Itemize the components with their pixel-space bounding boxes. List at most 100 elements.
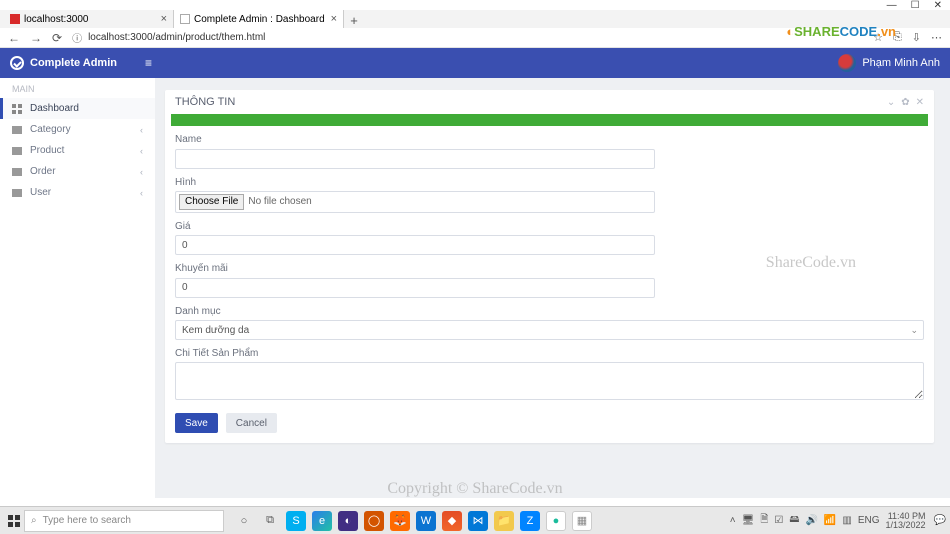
card-collapse-icon[interactable]: ⌄ — [887, 97, 895, 108]
sidebar-item-label: Product — [30, 145, 64, 156]
taskbar-search[interactable]: ⌕ Type here to search — [24, 510, 224, 532]
chevron-left-icon: ‹ — [140, 125, 143, 135]
promo-input[interactable] — [175, 278, 655, 298]
layers-icon — [12, 126, 22, 134]
detail-label: Chi Tiết Sản Phẩm — [175, 348, 924, 359]
brand-logo-icon — [10, 56, 24, 70]
brand-text: Complete Admin — [30, 57, 117, 69]
tray-battery-icon[interactable]: ▥ — [842, 515, 851, 526]
form-card: THÔNG TIN ⌄ ✿ ✕ Name Hình Choose File — [165, 90, 934, 443]
site-info-icon[interactable]: ⓘ — [72, 30, 82, 45]
name-label: Name — [175, 134, 924, 145]
layers-icon — [12, 189, 22, 197]
alert-bar — [171, 114, 928, 126]
tray-icon[interactable]: ☑ — [774, 515, 783, 526]
edge-icon[interactable]: e — [312, 511, 332, 531]
sidebar-item-label: User — [30, 187, 51, 198]
browser-tab[interactable]: localhost:3000 × — [4, 10, 174, 28]
name-input[interactable] — [175, 149, 655, 169]
price-label: Giá — [175, 221, 924, 232]
tray-volume-icon[interactable]: 🔊 — [805, 515, 817, 526]
app-icon[interactable]: ▦ — [572, 511, 592, 531]
nav-reload-button[interactable]: ⟳ — [52, 31, 62, 45]
sidebar-item-product[interactable]: Product ‹ — [0, 140, 155, 161]
tab-close-icon[interactable]: × — [331, 13, 337, 25]
tray-lang[interactable]: ENG — [858, 515, 880, 526]
sidebar-item-dashboard[interactable]: Dashboard — [0, 98, 155, 119]
detail-textarea[interactable] — [175, 362, 924, 400]
tab-title: Complete Admin : Dashboard — [194, 14, 325, 25]
app-header: Complete Admin ≡ Phạm Minh Anh — [0, 48, 950, 78]
window-close[interactable]: ✕ — [934, 0, 942, 11]
search-icon: ⌕ — [31, 515, 37, 526]
price-input[interactable] — [175, 235, 655, 255]
avatar[interactable] — [838, 54, 856, 72]
app-icon[interactable]: ◆ — [442, 511, 462, 531]
card-title: THÔNG TIN — [175, 96, 235, 108]
explorer-icon[interactable]: 📁 — [494, 511, 514, 531]
sidebar-toggle-icon[interactable]: ≡ — [145, 56, 152, 70]
tray-up-icon[interactable]: ˄ — [730, 515, 736, 526]
tray-icon[interactable]: 🖥 — [742, 515, 755, 526]
layers-icon — [12, 147, 22, 155]
sidebar-item-order[interactable]: Order ‹ — [0, 161, 155, 182]
chevron-left-icon: ‹ — [140, 146, 143, 156]
vscode-icon[interactable]: ⋈ — [468, 511, 488, 531]
save-button[interactable]: Save — [175, 413, 218, 433]
chevron-left-icon: ‹ — [140, 167, 143, 177]
nav-back-button[interactable]: ← — [8, 31, 20, 45]
windows-taskbar: ⌕ Type here to search ○ ⧉ S e ◐ ◯ 🦊 W ◆ … — [0, 506, 950, 534]
new-tab-button[interactable]: + — [344, 13, 364, 28]
sidebar-heading: MAIN — [0, 78, 155, 98]
taskbar-clock[interactable]: 11:40 PM 1/13/2022 — [886, 512, 928, 530]
file-status: No file chosen — [248, 196, 311, 207]
word-icon[interactable]: W — [416, 511, 436, 531]
tab-close-icon[interactable]: × — [161, 13, 167, 25]
window-minimize[interactable]: — — [887, 0, 897, 11]
category-select[interactable]: Kem dưỡng da — [175, 320, 924, 340]
file-input[interactable]: Choose File No file chosen — [175, 191, 655, 213]
notifications-icon[interactable]: 💬 — [934, 515, 946, 526]
user-name[interactable]: Phạm Minh Anh — [862, 57, 940, 69]
brand[interactable]: Complete Admin — [10, 56, 117, 70]
layers-icon — [12, 168, 22, 176]
image-label: Hình — [175, 177, 924, 188]
chevron-left-icon: ‹ — [140, 188, 143, 198]
sidebar-item-category[interactable]: Category ‹ — [0, 119, 155, 140]
cortana-icon[interactable]: ○ — [234, 511, 254, 531]
firefox-icon[interactable]: 🦊 — [390, 511, 410, 531]
tray-icon[interactable]: 🗎 — [760, 512, 768, 529]
dashboard-icon — [12, 104, 22, 114]
taskview-icon[interactable]: ⧉ — [260, 511, 280, 531]
sharecode-logo: ◐SHARECODE.vn — [786, 24, 896, 39]
tab-title: localhost:3000 — [24, 14, 89, 25]
skype-icon[interactable]: S — [286, 511, 306, 531]
category-label: Danh mục — [175, 306, 924, 317]
downloads-icon[interactable]: ⇩ — [912, 31, 921, 44]
sidebar: MAIN Dashboard Category ‹ Product ‹ Orde… — [0, 78, 155, 498]
zalo-icon[interactable]: Z — [520, 511, 540, 531]
card-close-icon[interactable]: ✕ — [916, 97, 924, 108]
sidebar-item-label: Dashboard — [30, 103, 79, 114]
eclipse-icon[interactable]: ◐ — [338, 511, 358, 531]
search-placeholder: Type here to search — [43, 515, 131, 526]
sidebar-item-label: Category — [30, 124, 71, 135]
app-icon[interactable]: ◯ — [364, 511, 384, 531]
url-input[interactable]: ⓘ localhost:3000/admin/product/them.html — [72, 30, 863, 45]
choose-file-button[interactable]: Choose File — [179, 194, 244, 210]
cancel-button[interactable]: Cancel — [226, 413, 277, 433]
sidebar-item-label: Order — [30, 166, 56, 177]
start-button[interactable] — [4, 511, 24, 531]
tray-wifi-icon[interactable]: 📶 — [824, 515, 836, 526]
promo-label: Khuyến mãi — [175, 263, 924, 274]
sidebar-item-user[interactable]: User ‹ — [0, 182, 155, 203]
window-maximize[interactable]: ☐ — [911, 0, 920, 11]
card-settings-icon[interactable]: ✿ — [901, 97, 909, 108]
mongodb-icon[interactable]: ● — [546, 511, 566, 531]
menu-icon[interactable]: ⋯ — [931, 31, 942, 44]
main-content: THÔNG TIN ⌄ ✿ ✕ Name Hình Choose File — [155, 78, 950, 498]
tray-icon[interactable]: 🖴 — [789, 512, 799, 529]
nav-forward-button[interactable]: → — [30, 31, 42, 45]
window-titlebar: — ☐ ✕ — [0, 0, 950, 10]
browser-tab[interactable]: Complete Admin : Dashboard × — [174, 10, 344, 28]
